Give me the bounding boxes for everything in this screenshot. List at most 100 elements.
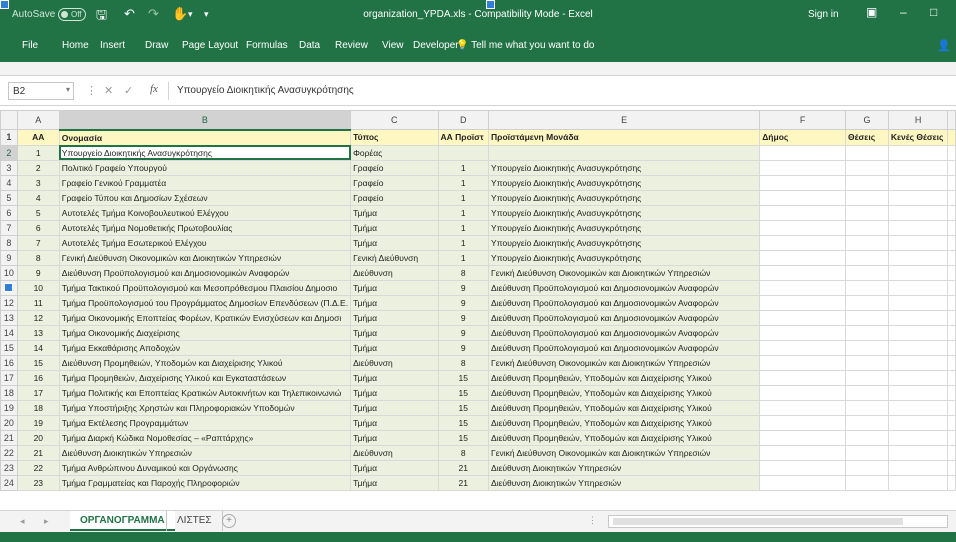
cell-vacancies[interactable] [887,429,949,446]
cell-parent-unit[interactable]: Διεύθυνση Προϋπολογισμού και Δημοσιονομι… [488,339,761,356]
cell-positions[interactable] [845,219,889,236]
cell-blank[interactable] [947,384,956,401]
cell-blank[interactable] [947,144,956,161]
cell-parent-unit[interactable]: Διεύθυνση Προϋπολογισμού και Δημοσιονομι… [488,279,761,296]
column-header-e[interactable]: E [488,110,761,130]
cell-parent-aa[interactable]: 15 [437,384,490,401]
sheet-next-icon[interactable]: ▸ [44,516,49,527]
cell-type[interactable]: Τμήμα [350,474,439,491]
cell-positions[interactable] [845,249,889,266]
enter-icon[interactable]: ✓ [124,84,133,97]
cell-parent-unit[interactable]: Υπουργείο Διοικητικής Ανασυγκρότησης [488,174,761,191]
cell-header-parent-aa[interactable]: ΑΑ Προϊστ [437,129,490,146]
cell-municipality[interactable] [759,399,847,416]
row-header[interactable]: 4 [0,174,18,191]
column-header-g[interactable]: G [845,110,889,130]
split-handle-icon[interactable]: ⋮ [588,515,597,526]
cell-parent-aa[interactable]: 1 [437,189,490,206]
row-header[interactable]: 2 [0,144,18,161]
cell-parent-unit[interactable]: Διεύθυνση Διοικητικών Υπηρεσιών [488,459,761,476]
cell-parent-unit[interactable]: Διεύθυνση Προμηθειών, Υποδομών και Διαχε… [488,429,761,446]
cell-positions[interactable] [845,354,889,371]
cell-positions[interactable] [845,369,889,386]
cell-blank[interactable] [947,474,956,491]
spreadsheet-table[interactable]: A B C D E F G H 1 ΑΑ Ονομασία Τύπος ΑΑ Π… [0,110,956,491]
cell-parent-aa[interactable]: 21 [437,474,490,491]
minimize-icon[interactable]: – [900,5,907,19]
cell-vacancies[interactable] [887,459,949,476]
row-header[interactable]: 8 [0,234,18,251]
cell-header-positions[interactable]: Θέσεις [845,129,889,146]
cell-type[interactable]: Γραφείο [350,189,439,206]
tab-data[interactable]: Data [299,40,320,51]
cell-positions[interactable] [845,429,889,446]
cell-municipality[interactable] [759,414,847,431]
cell-parent-unit[interactable] [488,144,761,161]
tab-review[interactable]: Review [335,40,368,51]
cell-municipality[interactable] [759,204,847,221]
cell-name[interactable]: Τμήμα Πολιτικής και Εποπτείας Κρατικών Α… [58,384,352,401]
cell-blank[interactable] [947,219,956,236]
cell-blank[interactable] [947,414,956,431]
cell-header-vacancies[interactable]: Κενές Θέσεις [887,129,949,146]
cell-type[interactable]: Διεύθυνση [350,444,439,461]
tab-formulas[interactable]: Formulas [246,40,288,51]
row-header[interactable]: 21 [0,429,18,446]
cell-blank[interactable] [947,204,956,221]
ribbon-display-options-icon[interactable]: ▣ [866,5,877,19]
cell-parent-unit[interactable]: Διεύθυνση Προμηθειών, Υποδομών και Διαχε… [488,399,761,416]
cell-aa[interactable]: 16 [16,369,60,386]
cell-aa[interactable]: 5 [16,204,60,221]
cell-aa[interactable]: 13 [16,324,60,341]
row-header[interactable]: 5 [0,189,18,206]
cell-parent-aa[interactable]: 8 [437,264,490,281]
cell-aa[interactable]: 3 [16,174,60,191]
cell-positions[interactable] [845,174,889,191]
cell-positions[interactable] [845,399,889,416]
cell-blank[interactable] [947,309,956,326]
cell-name[interactable]: Αυτοτελές Τμήμα Εσωτερικού Ελέγχου [58,234,352,251]
cell-vacancies[interactable] [887,444,949,461]
cell-parent-aa[interactable]: 1 [437,174,490,191]
cell-name[interactable]: Γραφείο Γενικού Γραμματέα [58,174,352,191]
cell-blank[interactable] [947,294,956,311]
cell-vacancies[interactable] [887,144,949,161]
cell-header-parent-unit[interactable]: Προϊστάμενη Μονάδα [488,129,761,146]
cell-type[interactable]: Τμήμα [350,294,439,311]
cell-parent-unit[interactable]: Γενική Διεύθυνση Οικονομικών και Διοικητ… [488,444,761,461]
cell-municipality[interactable] [759,339,847,356]
row-header[interactable]: 15 [0,339,18,356]
row-header[interactable]: 17 [0,369,18,386]
cell-header-municipality[interactable]: Δήμος [759,129,847,146]
cell-parent-unit[interactable]: Γενική Διεύθυνση Οικονομικών και Διοικητ… [488,354,761,371]
tab-draw[interactable]: Draw [145,40,168,51]
row-header[interactable]: 10 [0,264,18,281]
cell-aa[interactable]: 9 [16,264,60,281]
cell-type[interactable]: Γενική Διεύθυνση [350,249,439,266]
cell-positions[interactable] [845,414,889,431]
cell-parent-aa[interactable]: 21 [437,459,490,476]
cell-municipality[interactable] [759,174,847,191]
cell-parent-aa[interactable]: 1 [437,219,490,236]
cell-parent-aa[interactable]: 15 [437,369,490,386]
cell-parent-unit[interactable]: Υπουργείο Διοικητικής Ανασυγκρότησης [488,189,761,206]
cell-parent-unit[interactable]: Διεύθυνση Προϋπολογισμού και Δημοσιονομι… [488,294,761,311]
cell-municipality[interactable] [759,234,847,251]
cell-type[interactable]: Τμήμα [350,309,439,326]
row-header[interactable]: 1 [0,129,18,146]
cell-name[interactable]: Διεύθυνση Προϋπολογισμού και Δημοσιονομι… [58,264,352,281]
cell-name[interactable]: Διεύθυνση Προμηθειών, Υποδομών και Διαχε… [58,354,352,371]
share-icon[interactable]: 👤 [937,39,951,52]
row-header[interactable]: 3 [0,159,18,176]
cell-blank[interactable] [947,444,956,461]
cell-type[interactable]: Γραφείο [350,174,439,191]
cell-blank[interactable] [947,234,956,251]
cell-municipality[interactable] [759,144,847,161]
cell-positions[interactable] [845,459,889,476]
cell-parent-aa[interactable]: 9 [437,339,490,356]
row-header[interactable]: 14 [0,324,18,341]
cell-municipality[interactable] [759,219,847,236]
row-header[interactable]: 7 [0,219,18,236]
cell-name[interactable]: Τμήμα Οικονομικής Εποπτείας Φορέων, Κρατ… [58,309,352,326]
formula-input[interactable]: Υπουργείο Διοικητικής Ανασυγκρότησης [168,82,948,100]
